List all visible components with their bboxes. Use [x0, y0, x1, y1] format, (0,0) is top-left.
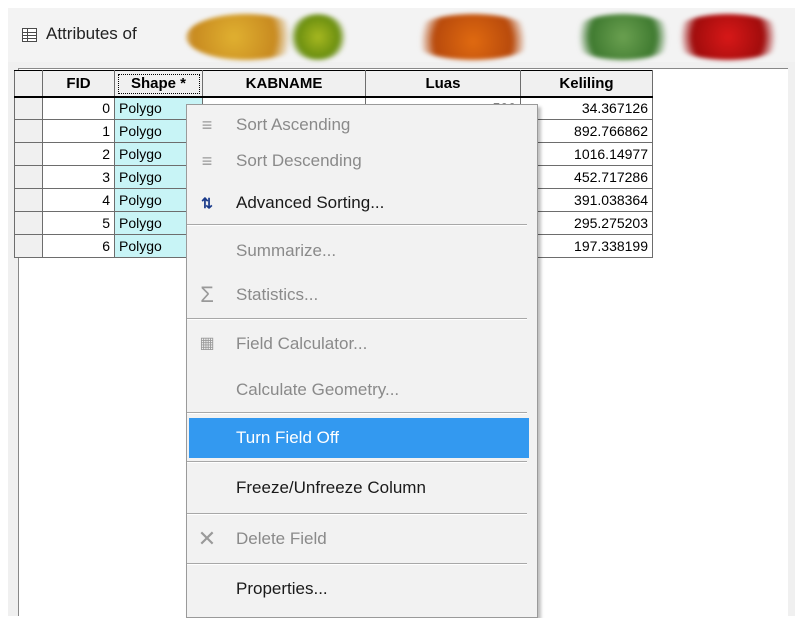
window-title: Attributes of: [46, 24, 137, 43]
advanced-sort-icon: ⇅: [201, 195, 213, 211]
menu-item-label: Sort Ascending: [236, 115, 351, 134]
menu-item-turn-field-off[interactable]: Turn Field Off: [189, 418, 529, 458]
menu-item-sort-ascending[interactable]: ≡ Sort Ascending: [189, 105, 529, 145]
cell-fid[interactable]: 1: [42, 119, 115, 143]
cell-fid[interactable]: 6: [42, 234, 115, 258]
menu-item-delete-field[interactable]: ✕ Delete Field: [189, 519, 529, 559]
banner-image-part: [568, 14, 678, 60]
row-selector[interactable]: [14, 142, 43, 166]
menu-item-field-calculator[interactable]: ▦ Field Calculator...: [189, 324, 529, 364]
column-context-menu: ≡ Sort Ascending ≡ Sort Descending ⇅ Adv…: [186, 104, 538, 618]
menu-item-properties[interactable]: Properties...: [189, 569, 529, 609]
sort-descending-icon: ≡: [201, 151, 213, 171]
column-header-keliling[interactable]: Keliling: [520, 70, 653, 98]
menu-item-label: Field Calculator...: [236, 334, 368, 353]
menu-item-freeze-unfreeze[interactable]: Freeze/Unfreeze Column: [189, 468, 529, 508]
calculator-icon: ▦: [199, 335, 215, 352]
menu-item-label: Summarize...: [236, 241, 337, 260]
column-header-luas[interactable]: Luas: [365, 70, 521, 98]
column-header-shape[interactable]: Shape *: [114, 70, 203, 98]
menu-item-calculate-geometry[interactable]: Calculate Geometry...: [189, 370, 529, 410]
column-header-kabname[interactable]: KABNAME: [202, 70, 366, 98]
cell-keliling[interactable]: 1016.14977: [520, 142, 653, 166]
cell-keliling[interactable]: 391.038364: [520, 188, 653, 212]
menu-item-advanced-sorting[interactable]: ⇅ Advanced Sorting...: [189, 183, 529, 223]
banner-image-part: [408, 14, 538, 60]
cell-keliling[interactable]: 197.338199: [520, 234, 653, 258]
menu-separator: [187, 513, 527, 515]
cell-keliling[interactable]: 295.275203: [520, 211, 653, 235]
menu-separator: [187, 563, 527, 565]
menu-item-summarize[interactable]: Summarize...: [189, 231, 529, 271]
title-bar: Attributes of: [8, 8, 795, 62]
banner-image-part: [288, 14, 348, 60]
menu-item-label: Freeze/Unfreeze Column: [236, 478, 426, 497]
cell-fid[interactable]: 3: [42, 165, 115, 189]
cell-fid[interactable]: 5: [42, 211, 115, 235]
menu-separator: [187, 318, 527, 320]
cell-fid[interactable]: 4: [42, 188, 115, 212]
row-selector[interactable]: [14, 119, 43, 143]
menu-separator: [187, 412, 527, 414]
cell-keliling[interactable]: 34.367126: [520, 96, 653, 120]
banner-image-part: [668, 14, 788, 60]
row-selector-header[interactable]: [14, 70, 43, 98]
menu-item-label: Delete Field: [236, 529, 327, 548]
cell-keliling[interactable]: 452.717286: [520, 165, 653, 189]
menu-item-label: Advanced Sorting...: [236, 193, 385, 212]
table-icon: [22, 28, 37, 42]
table-header-row: FID Shape * KABNAME Luas Keliling: [14, 70, 653, 98]
row-selector[interactable]: [14, 165, 43, 189]
row-selector[interactable]: [14, 96, 43, 120]
menu-item-label: Turn Field Off: [236, 428, 339, 447]
delete-x-icon: ✕: [197, 526, 217, 551]
menu-item-label: Calculate Geometry...: [236, 380, 400, 399]
row-selector[interactable]: [14, 211, 43, 235]
menu-separator: [187, 224, 527, 226]
column-header-fid[interactable]: FID: [42, 70, 115, 98]
sort-ascending-icon: ≡: [201, 115, 213, 135]
cell-fid[interactable]: 0: [42, 96, 115, 120]
menu-item-statistics[interactable]: Σ Statistics...: [189, 275, 529, 315]
menu-item-label: Statistics...: [236, 285, 319, 304]
menu-item-label: Sort Descending: [236, 151, 362, 170]
cell-fid[interactable]: 2: [42, 142, 115, 166]
menu-item-sort-descending[interactable]: ≡ Sort Descending: [189, 141, 529, 181]
row-selector[interactable]: [14, 234, 43, 258]
cell-keliling[interactable]: 892.766862: [520, 119, 653, 143]
menu-item-label: Properties...: [236, 579, 328, 598]
menu-separator: [187, 461, 527, 463]
row-selector[interactable]: [14, 188, 43, 212]
sigma-icon: Σ: [200, 282, 214, 307]
